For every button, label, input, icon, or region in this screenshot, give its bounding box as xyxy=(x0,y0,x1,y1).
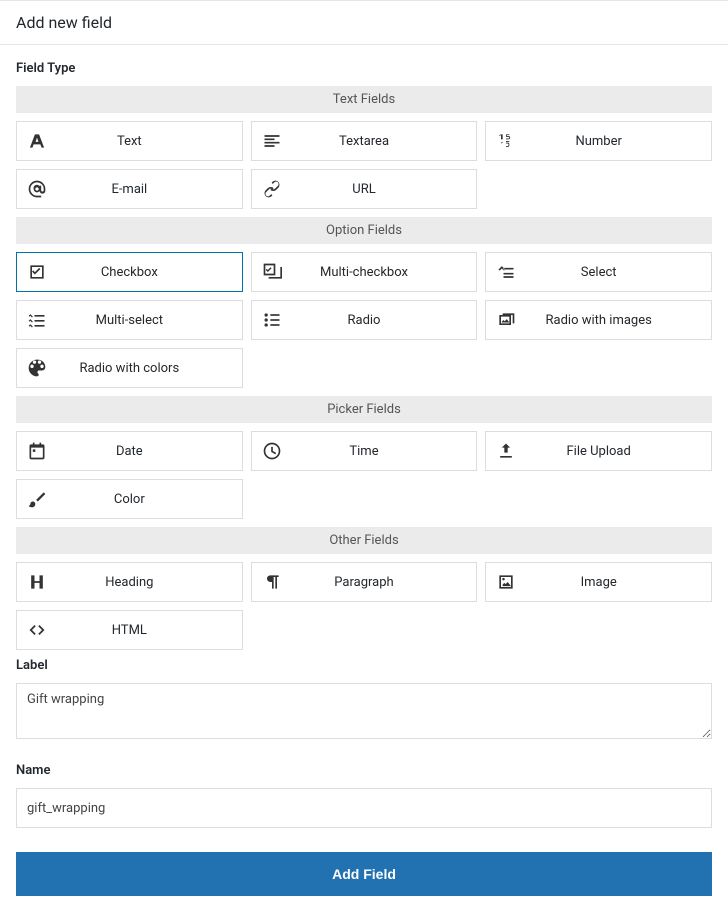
group-header: Picker Fields xyxy=(16,396,712,423)
check-square-icon xyxy=(17,262,57,282)
page-title: Add new field xyxy=(0,1,728,45)
multi-check-icon xyxy=(252,262,292,282)
clock-icon xyxy=(252,441,292,461)
tile-label: HTML xyxy=(57,623,242,638)
tile-label: Radio with images xyxy=(526,313,711,328)
palette-icon xyxy=(17,358,57,378)
field-type-email[interactable]: E-mail xyxy=(16,169,243,209)
group-header: Other Fields xyxy=(16,527,712,554)
brush-icon xyxy=(17,489,57,509)
tile-label: Text xyxy=(57,134,242,149)
field-type-url[interactable]: URL xyxy=(251,169,478,209)
tile-label: Time xyxy=(292,444,477,459)
add-field-button[interactable]: Add Field xyxy=(16,852,712,896)
field-type-radio[interactable]: Radio xyxy=(251,300,478,340)
field-type-label: Field Type xyxy=(16,61,712,76)
field-type-select[interactable]: Select xyxy=(485,252,712,292)
tile-label: Select xyxy=(526,265,711,280)
heading-icon xyxy=(17,572,57,592)
field-type-file[interactable]: File Upload xyxy=(485,431,712,471)
upload-icon xyxy=(486,441,526,461)
group-header: Text Fields xyxy=(16,86,712,113)
field-type-paragraph[interactable]: Paragraph xyxy=(251,562,478,602)
calendar-icon xyxy=(17,441,57,461)
font-icon xyxy=(17,131,57,151)
tile-label: E-mail xyxy=(57,182,242,197)
label-field-label: Label xyxy=(16,658,712,673)
images-icon xyxy=(486,310,526,330)
field-type-color[interactable]: Color xyxy=(16,479,243,519)
tile-label: Textarea xyxy=(292,134,477,149)
field-type-multi-checkbox[interactable]: Multi-checkbox xyxy=(251,252,478,292)
field-type-date[interactable]: Date xyxy=(16,431,243,471)
field-type-radio-images[interactable]: Radio with images xyxy=(485,300,712,340)
radio-list-icon xyxy=(252,310,292,330)
tile-label: Number xyxy=(526,134,711,149)
field-type-time[interactable]: Time xyxy=(251,431,478,471)
field-type-heading[interactable]: Heading xyxy=(16,562,243,602)
select-icon xyxy=(486,262,526,282)
tile-label: Color xyxy=(57,492,242,507)
field-type-textarea[interactable]: Textarea xyxy=(251,121,478,161)
multi-list-icon xyxy=(17,310,57,330)
field-type-radio-colors[interactable]: Radio with colors xyxy=(16,348,243,388)
tile-label: Radio with colors xyxy=(57,361,242,376)
link-icon xyxy=(252,179,292,199)
tile-label: Heading xyxy=(57,575,242,590)
pilcrow-icon xyxy=(252,572,292,592)
field-type-checkbox[interactable]: Checkbox xyxy=(16,252,243,292)
tile-label: Date xyxy=(57,444,242,459)
tile-label: URL xyxy=(292,182,477,197)
field-type-image[interactable]: Image xyxy=(485,562,712,602)
field-type-html[interactable]: HTML xyxy=(16,610,243,650)
tile-label: Multi-checkbox xyxy=(292,265,477,280)
name-input[interactable] xyxy=(16,788,712,828)
image-icon xyxy=(486,572,526,592)
field-type-number[interactable]: Number xyxy=(485,121,712,161)
tile-label: Multi-select xyxy=(57,313,242,328)
code-icon xyxy=(17,620,57,640)
at-icon xyxy=(17,179,57,199)
field-type-multi-select[interactable]: Multi-select xyxy=(16,300,243,340)
number-icon xyxy=(486,131,526,151)
field-type-text[interactable]: Text xyxy=(16,121,243,161)
name-field-label: Name xyxy=(16,763,712,778)
label-input[interactable] xyxy=(16,683,712,739)
tile-label: Image xyxy=(526,575,711,590)
tile-label: Paragraph xyxy=(292,575,477,590)
tile-label: File Upload xyxy=(526,444,711,459)
align-left-icon xyxy=(252,131,292,151)
group-header: Option Fields xyxy=(16,217,712,244)
tile-label: Checkbox xyxy=(57,265,242,280)
tile-label: Radio xyxy=(292,313,477,328)
